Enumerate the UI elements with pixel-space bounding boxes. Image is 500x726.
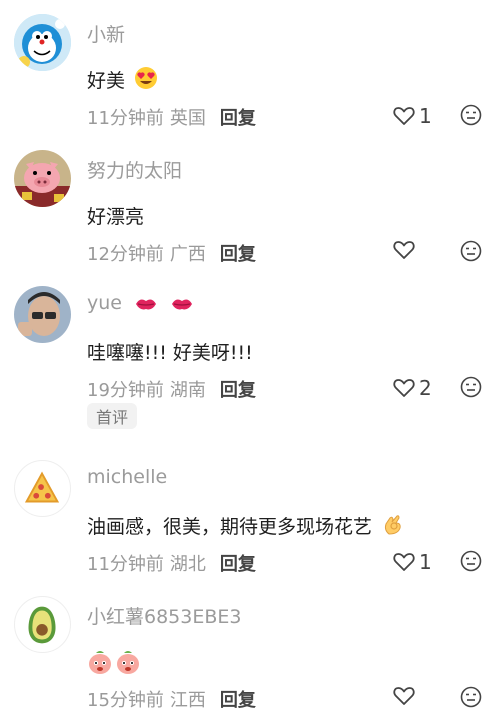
- pizza-avatar-icon: [24, 471, 60, 503]
- comment-location: 广西: [169, 244, 206, 265]
- comment-time: 19分钟前: [87, 380, 164, 401]
- comment-text-content: 好美: [87, 70, 126, 92]
- pig-avatar-icon: [14, 150, 71, 207]
- comment-time: 12分钟前: [87, 244, 164, 265]
- comment-location: 湖南: [169, 380, 206, 401]
- meh-face-icon: [460, 550, 482, 572]
- heart-eyes-emoji-icon: [135, 67, 158, 89]
- meh-face-icon: [460, 104, 482, 126]
- comment-time: 11分钟前: [87, 108, 164, 129]
- avocado-avatar-icon: [28, 606, 56, 644]
- doraemon-avatar-icon: [14, 14, 71, 71]
- like-button[interactable]: [393, 240, 419, 260]
- comment-username[interactable]: michelle: [87, 466, 167, 488]
- comment-text: 好美: [87, 66, 158, 93]
- comment-time: 11分钟前: [87, 554, 164, 575]
- avatar[interactable]: [14, 286, 71, 343]
- comment-text-content: 油画感，很美，期待更多现场花艺: [87, 516, 373, 538]
- comment-meta: 12分钟前 广西 回复: [87, 240, 256, 266]
- comment-item: 小红薯6853EBE3 15分钟前 江西 回复: [0, 596, 500, 726]
- like-button[interactable]: [393, 686, 419, 706]
- comment-username[interactable]: 小新: [87, 20, 125, 47]
- dislike-button[interactable]: [460, 686, 482, 712]
- comment-username-text: yue: [87, 292, 122, 314]
- dislike-button[interactable]: [460, 104, 482, 130]
- comment-text: 好漂亮: [87, 202, 144, 229]
- heart-outline-icon: [393, 107, 415, 125]
- comment-time: 15分钟前: [87, 690, 164, 711]
- heart-outline-icon: [393, 241, 415, 259]
- comment-text: 哇噻噻!!! 好美呀!!!: [87, 342, 253, 364]
- reply-button[interactable]: 回复: [220, 240, 256, 266]
- ok-hand-emoji-icon: [385, 515, 401, 535]
- comment-text: [87, 648, 143, 676]
- comment-username[interactable]: 努力的太阳: [87, 156, 182, 183]
- reply-button[interactable]: 回复: [220, 686, 256, 712]
- dislike-button[interactable]: [460, 376, 482, 402]
- heart-outline-icon: [393, 687, 415, 705]
- meh-face-icon: [460, 240, 482, 262]
- comment-username[interactable]: yue: [87, 292, 194, 314]
- comment-meta: 11分钟前 英国 回复: [87, 104, 256, 130]
- comment-meta: 19分钟前 湖南 回复: [87, 376, 256, 402]
- meh-face-icon: [460, 686, 482, 708]
- avatar[interactable]: [14, 14, 71, 71]
- comment-text-content: 好漂亮: [87, 206, 145, 228]
- reply-button[interactable]: 回复: [220, 376, 256, 402]
- like-button[interactable]: 1: [393, 104, 432, 128]
- like-button[interactable]: 2: [393, 376, 432, 400]
- meh-face-icon: [460, 376, 482, 398]
- avatar[interactable]: [14, 150, 71, 207]
- comment-location: 英国: [169, 108, 206, 129]
- dislike-button[interactable]: [460, 550, 482, 576]
- comment-item: 努力的太阳 好漂亮 12分钟前 广西 回复: [0, 150, 500, 280]
- comment-username[interactable]: 小红薯6853EBE3: [87, 602, 242, 629]
- comment-item: yue 哇噻噻!!! 好美呀!!! 19分钟前 湖南 回复 2: [0, 286, 500, 416]
- comment-item: michelle 油画感，很美，期待更多现场花艺 11分钟前 湖北 回复 1: [0, 460, 500, 590]
- comment-location: 江西: [169, 690, 206, 711]
- heart-outline-icon: [393, 553, 415, 571]
- lips-emoji-icon: [136, 299, 157, 310]
- avatar[interactable]: [14, 460, 71, 517]
- like-count: 1: [419, 550, 432, 574]
- peach-face-emoji-icon: [89, 651, 139, 674]
- reply-button[interactable]: 回复: [220, 104, 256, 130]
- like-button[interactable]: 1: [393, 550, 432, 574]
- first-comment-badge: 首评: [87, 403, 137, 429]
- avatar[interactable]: [14, 596, 71, 653]
- comment-location: 湖北: [169, 554, 206, 575]
- like-count: 1: [419, 104, 432, 128]
- lips-emoji-icon: [172, 299, 193, 310]
- comment-text: 油画感，很美，期待更多现场花艺: [87, 512, 405, 539]
- heart-outline-icon: [393, 379, 415, 397]
- reply-button[interactable]: 回复: [220, 550, 256, 576]
- person-avatar-icon: [14, 286, 71, 343]
- dislike-button[interactable]: [460, 240, 482, 266]
- comment-list: 小新 好美 11分钟前 英国 回复 1 努力的太阳 好漂亮 12分钟前 广西 回…: [0, 0, 500, 718]
- comment-item: 小新 好美 11分钟前 英国 回复 1: [0, 14, 500, 144]
- comment-meta: 15分钟前 江西 回复: [87, 686, 256, 712]
- like-count: 2: [419, 376, 432, 400]
- comment-meta: 11分钟前 湖北 回复: [87, 550, 256, 576]
